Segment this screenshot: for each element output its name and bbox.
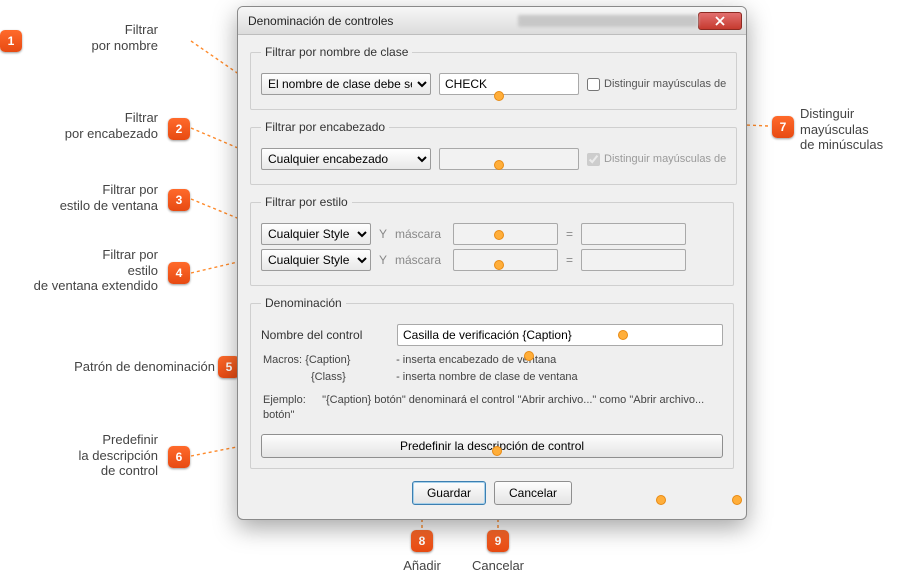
style-y-label-1: Y [379,227,387,241]
style2-select[interactable]: Cualquier Style [261,249,371,271]
predefine-description-button[interactable]: Predefinir la descripción de control [261,434,723,458]
annot-8-label: Añadir [388,558,456,574]
example-text: Ejemplo: "{Caption} botón" denominará el… [263,393,721,424]
classname-case-label: Distinguir mayúsculas de [604,78,726,90]
header-text-input [439,148,579,170]
style1-select[interactable]: Cualquier Style [261,223,371,245]
annot-7-badge: 7 [772,116,794,138]
style1-value-input [581,223,686,245]
annot-3-badge: 3 [168,189,190,211]
callout-dot [657,496,665,504]
annot-1-badge: 1 [0,30,22,52]
header-mode-select[interactable]: Cualquier encabezado [261,148,431,170]
title-extra-blurred [518,15,698,27]
callout-dot [525,352,533,360]
dialog-window: Denominación de controles Filtrar por no… [237,6,747,520]
annot-5-label: Patrón de denominación [0,359,215,375]
group-classname-filter: Filtrar por nombre de clase El nombre de… [250,45,737,110]
titlebar[interactable]: Denominación de controles [238,7,746,35]
style2-value-input [581,249,686,271]
annot-4-badge: 4 [168,262,190,284]
classname-case-checkbox[interactable] [587,78,600,91]
annot-6-badge: 6 [168,446,190,468]
style-mask-label-1: máscara [395,227,445,241]
callout-dot [495,261,503,269]
close-button[interactable] [698,12,742,30]
legend-classname: Filtrar por nombre de clase [261,45,412,59]
annot-2-label: Filtrar por encabezado [0,110,158,141]
legend-header: Filtrar por encabezado [261,120,389,134]
style-y-label-2: Y [379,253,387,267]
callout-dot [493,447,501,455]
window-title: Denominación de controles [248,14,512,28]
callout-dot [495,92,503,100]
annot-2-badge: 2 [168,118,190,140]
style-eq-label-2: = [566,253,573,267]
save-button[interactable]: Guardar [412,481,486,505]
classname-text-input[interactable] [439,73,579,95]
callout-dot [619,331,627,339]
callout-dot [733,496,741,504]
legend-style: Filtrar por estilo [261,195,352,209]
callout-dot [495,161,503,169]
annot-9-badge: 9 [487,530,509,552]
annot-9-label: Cancelar [462,558,534,574]
annot-8-badge: 8 [411,530,433,552]
classname-mode-select[interactable]: El nombre de clase debe ser [261,73,431,95]
style-mask-label-2: máscara [395,253,445,267]
callout-dot [495,231,503,239]
close-icon [715,16,725,26]
header-case-label: Distinguir mayúsculas de [604,153,726,165]
style1-mask-input [453,223,558,245]
cancel-button[interactable]: Cancelar [494,481,572,505]
group-style-filter: Filtrar por estilo Cualquier Style Y más… [250,195,734,286]
annot-1-label: Filtrar por nombre [0,22,158,53]
control-name-label: Nombre del control [261,328,389,342]
style-eq-label-1: = [566,227,573,241]
macros-info: Macros: {Caption} - inserta encabezado d… [263,352,723,385]
header-case-checkbox-wrap: Distinguir mayúsculas de [587,153,726,166]
header-case-checkbox [587,153,600,166]
dialog-body: Filtrar por nombre de clase El nombre de… [238,35,746,519]
dialog-button-row: Guardar Cancelar [250,481,734,505]
group-header-filter: Filtrar por encabezado Cualquier encabez… [250,120,737,185]
annot-6-label: Predefinir la descripción de control [0,432,158,479]
annot-3-label: Filtrar por estilo de ventana [0,182,158,213]
classname-case-checkbox-wrap[interactable]: Distinguir mayúsculas de [587,78,726,91]
group-denomination: Denominación Nombre del control Macros: … [250,296,734,469]
annot-7-label: Distinguir mayúsculas de minúsculas [800,106,910,153]
control-name-input[interactable] [397,324,723,346]
annot-4-label: Filtrar por estilo de ventana extendido [0,247,158,294]
legend-denom: Denominación [261,296,346,310]
style2-mask-input [453,249,558,271]
